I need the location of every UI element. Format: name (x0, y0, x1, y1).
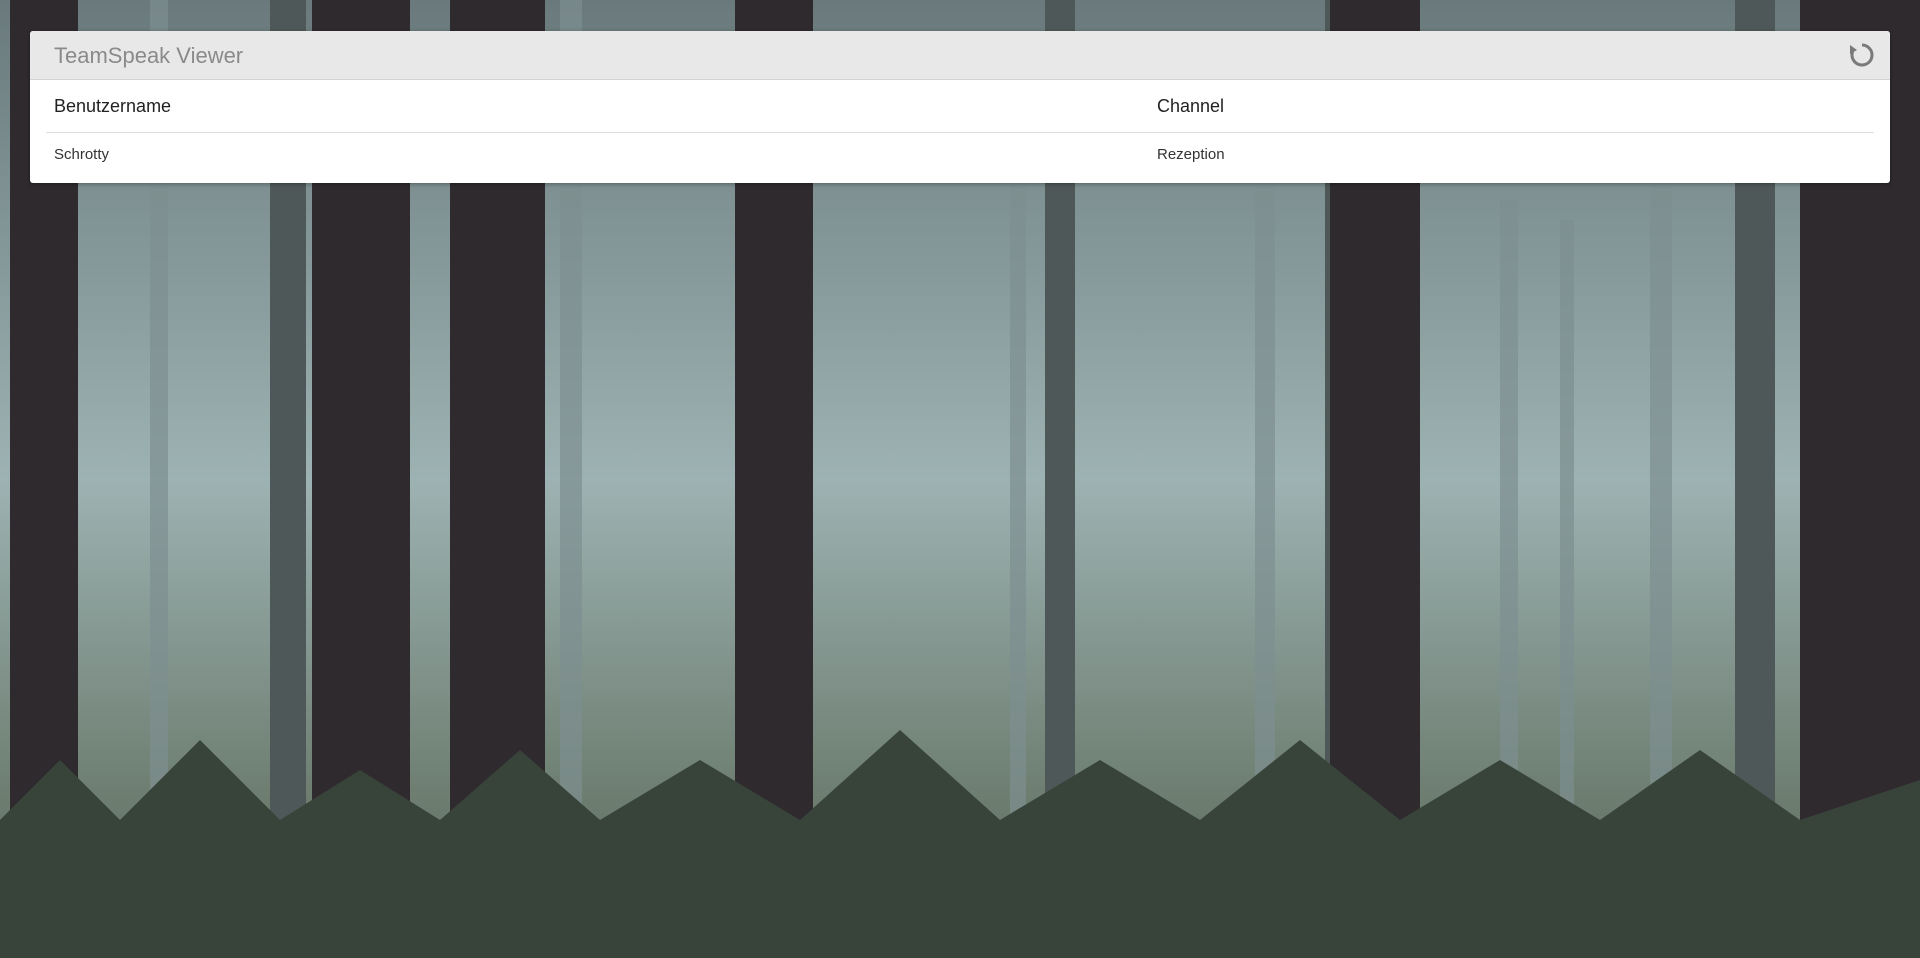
column-header-username: Benutzername (46, 80, 1149, 133)
refresh-button[interactable] (1848, 41, 1876, 69)
user-table: Benutzername Channel Schrotty Rezeption (46, 80, 1874, 175)
user-table-wrapper: Benutzername Channel Schrotty Rezeption (30, 80, 1890, 183)
refresh-icon (1850, 43, 1874, 67)
table-row: Schrotty Rezeption (46, 133, 1874, 176)
teamspeak-panel: TeamSpeak Viewer Benutzername Channel Sc… (30, 31, 1890, 183)
table-header-row: Benutzername Channel (46, 80, 1874, 133)
cell-channel: Rezeption (1157, 145, 1225, 163)
column-header-channel: Channel (1149, 80, 1874, 133)
cell-username: Schrotty (54, 145, 110, 163)
panel-header: TeamSpeak Viewer (30, 31, 1890, 80)
page-title: TeamSpeak Viewer (54, 43, 244, 68)
